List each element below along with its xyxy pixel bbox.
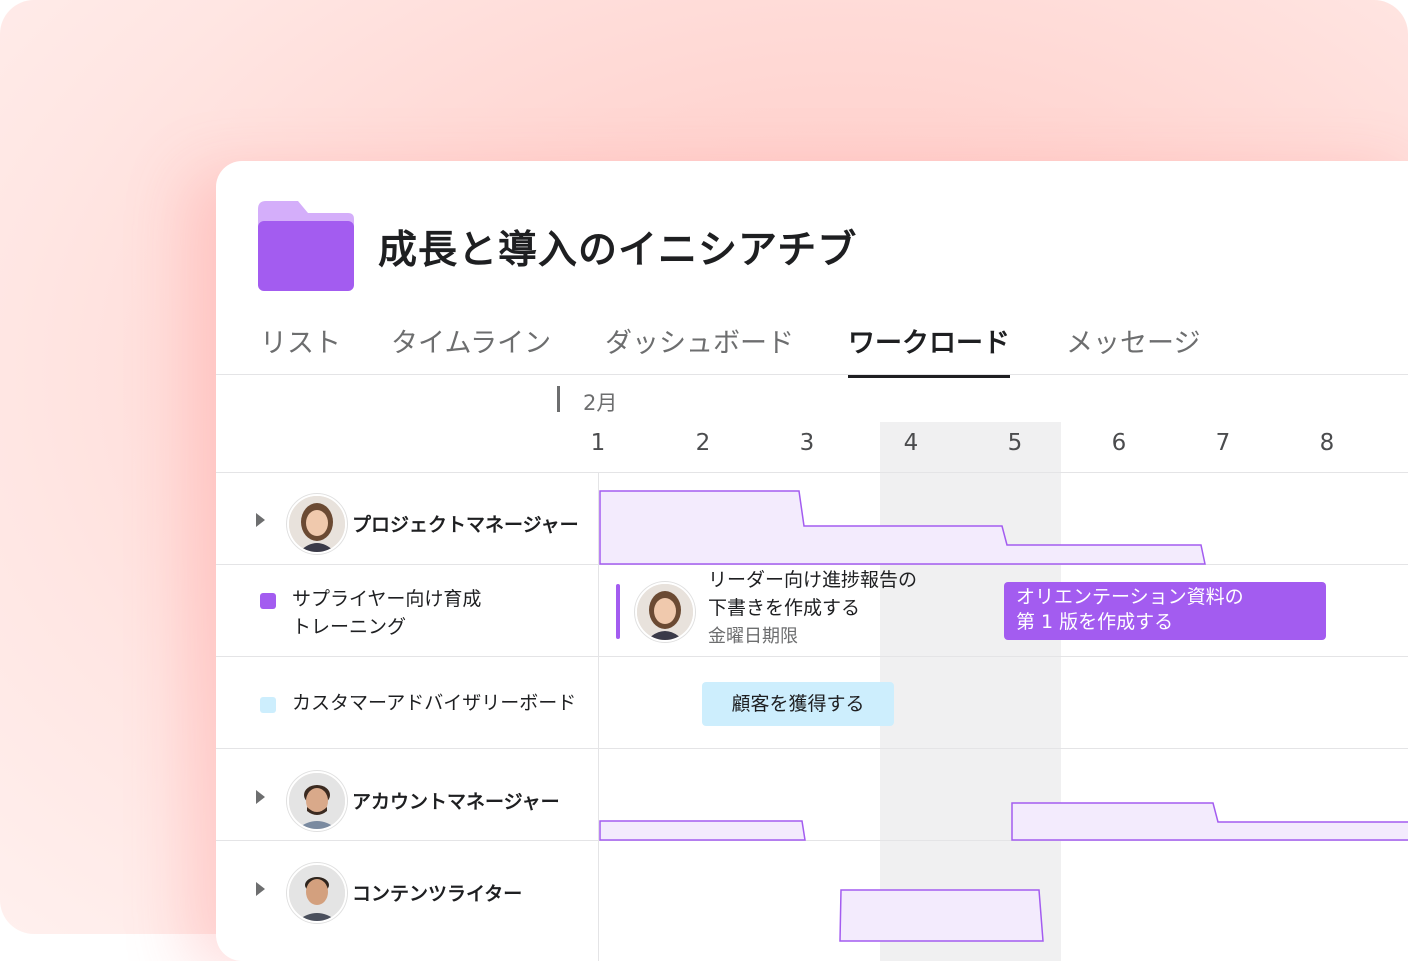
person-name: アカウントマネージャー: [352, 791, 560, 813]
task-due-date: 金曜日期限: [708, 626, 798, 647]
project-name: サプライヤー向け育成 トレーニング: [292, 588, 482, 638]
expand-caret-icon[interactable]: [256, 790, 265, 804]
expand-caret-icon[interactable]: [256, 882, 265, 896]
task-title[interactable]: リーダー向け進捗報告の 下書きを作成する: [708, 566, 917, 622]
expand-caret-icon[interactable]: [256, 513, 265, 527]
person-name: コンテンツライター: [352, 883, 523, 905]
workload-bar-writer: [839, 889, 1044, 942]
project-color-square: [260, 697, 276, 713]
project-color-square: [260, 593, 276, 609]
project-name: カスタマーアドバイザリーボード: [292, 692, 577, 714]
task-orientation[interactable]: オリエンテーション資料の 第 1 版を作成する: [1004, 582, 1326, 640]
workload-graph: [599, 490, 1408, 942]
task-acquire-customers[interactable]: 顧客を獲得する: [702, 682, 894, 726]
person-name: プロジェクトマネージャー: [352, 514, 579, 536]
workload-bar-am: [599, 820, 806, 841]
task-accent-line: [616, 584, 620, 639]
workload-bar-am: [1011, 802, 1408, 841]
avatar: [635, 582, 695, 642]
project-card: 成長と導入のイニシアチブ リスト タイムライン ダッシュボード ワークロード メ…: [216, 161, 1408, 961]
avatar: [287, 494, 347, 554]
avatar: [287, 771, 347, 831]
avatar: [287, 863, 347, 923]
workload-bar-pm: [599, 490, 1206, 565]
